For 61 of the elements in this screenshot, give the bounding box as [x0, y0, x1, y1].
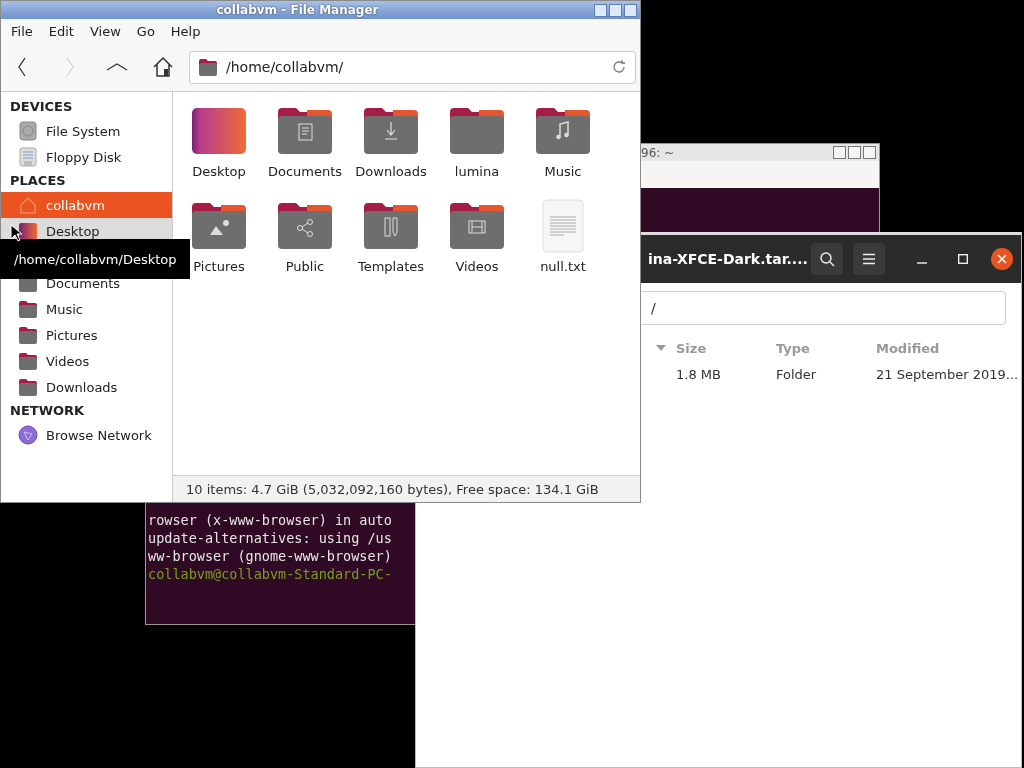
search-icon [819, 251, 835, 267]
sidebar-item[interactable]: Pictures [1, 322, 172, 348]
table-cell-text: Folder [776, 366, 818, 382]
sidebar-item[interactable]: collabvm [1, 192, 172, 218]
sidebar-heading: PLACES [9, 172, 67, 190]
status-bar: 10 items: 4.7 GiB (5,032,092,160 bytes), Free space: 134.1 GiB [173, 475, 640, 502]
menu-button[interactable] [853, 243, 885, 275]
terminal-line: update-alternatives: using /us [148, 529, 393, 547]
home-icon[interactable] [151, 55, 175, 79]
mouse-pointer-icon [10, 224, 22, 242]
table-cell-text: 21 September 2019... [876, 366, 1020, 382]
terminal-line: ww-browser (gnome-www-browser) [148, 547, 393, 565]
tooltip: /home/collabvm/Desktop [0, 239, 190, 279]
folder-icon [18, 377, 38, 397]
window-title: 96: ~ [641, 145, 676, 160]
menu-item[interactable]: Edit [40, 21, 82, 41]
terminal-prompt: collabvm@collabvm-Standard-PC- [148, 565, 393, 583]
folder-item[interactable]: lumina [434, 104, 520, 199]
folder-icon [198, 57, 218, 77]
home-icon [18, 195, 38, 215]
path-field[interactable]: / [642, 291, 1006, 325]
folder-item[interactable]: Downloads [348, 104, 434, 199]
folder-item[interactable]: Templates [348, 199, 434, 294]
reload-icon[interactable] [611, 59, 627, 75]
network-icon [18, 425, 38, 445]
close-button[interactable] [991, 248, 1013, 270]
close-icon [997, 254, 1007, 264]
menu-item[interactable]: Go [128, 21, 163, 41]
folder-item[interactable]: Public [262, 199, 348, 294]
window-title: ina-XFCE-Dark.tar.... [648, 251, 808, 267]
table-cell-text: 1.8 MB [676, 366, 722, 382]
menu-item[interactable]: Help [162, 21, 209, 41]
minimize-button[interactable] [833, 146, 846, 159]
drive-icon [18, 121, 38, 141]
window-title: collabvm - File Manager [215, 3, 380, 17]
sidebar-item[interactable]: Music [1, 296, 172, 322]
sidebar-item[interactable]: Videos [1, 348, 172, 374]
sidebar-item[interactable]: Browse Network [1, 422, 172, 448]
maximize-icon [958, 254, 968, 264]
sidebar-item[interactable]: Floppy Disk [1, 144, 172, 170]
document-item[interactable]: null.txt [520, 199, 606, 294]
sidebar-heading: DEVICES [9, 98, 74, 116]
folder-icon [18, 351, 38, 371]
minimize-button[interactable] [594, 3, 607, 17]
minimize-icon [917, 262, 927, 264]
sidebar-heading: NETWORK [9, 402, 86, 420]
address-field[interactable]: /home/collabvm/ [189, 50, 636, 84]
folder-item[interactable]: Desktop [176, 104, 262, 199]
folder-icon [18, 325, 38, 345]
sidebar-item[interactable]: Downloads [1, 374, 172, 400]
folder-icon [18, 299, 38, 319]
sort-arrow-icon[interactable] [656, 345, 666, 351]
search-button[interactable] [811, 243, 843, 275]
folder-item[interactable]: Documents [262, 104, 348, 199]
menu-item[interactable]: File [3, 21, 41, 41]
folder-item[interactable]: Videos [434, 199, 520, 294]
terminal-line: rowser (x-www-browser) in auto [148, 511, 393, 529]
folder-item[interactable]: Music [520, 104, 606, 199]
menu-item[interactable]: View [81, 21, 129, 41]
sidebar-item[interactable]: File System [1, 118, 172, 144]
menu-icon [862, 253, 876, 265]
